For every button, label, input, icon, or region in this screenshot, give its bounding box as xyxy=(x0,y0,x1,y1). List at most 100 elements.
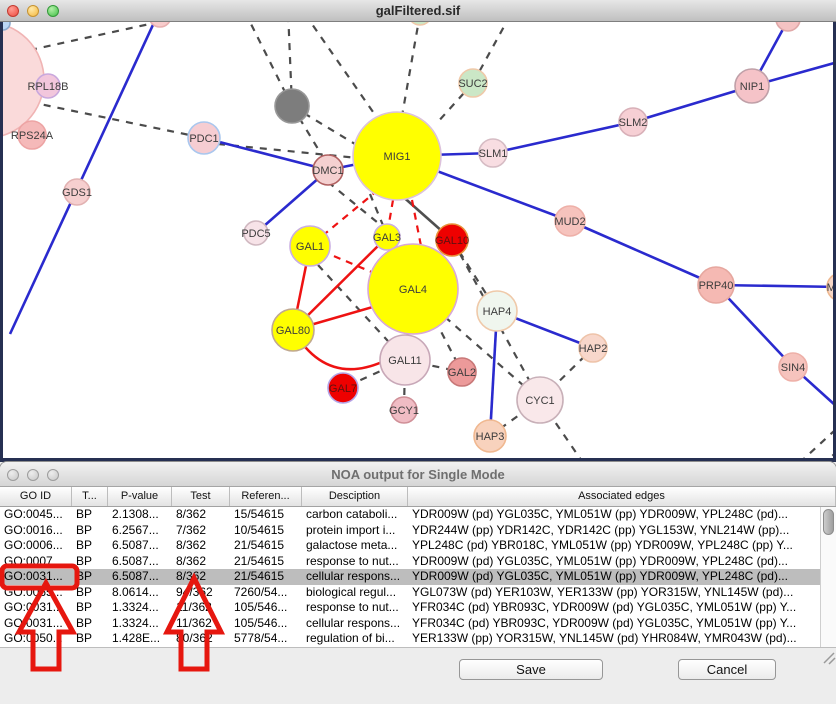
node-mud2[interactable] xyxy=(555,206,585,236)
node-gds1[interactable] xyxy=(64,179,90,205)
node-gal4[interactable] xyxy=(368,244,458,334)
table-cell: GO:0065... xyxy=(0,585,72,601)
table-cell: BP xyxy=(72,569,108,585)
vertical-scrollbar[interactable] xyxy=(820,507,836,647)
column-header-test[interactable]: Test xyxy=(172,487,230,506)
node-pink-topright[interactable] xyxy=(776,22,800,31)
table-header: GO IDT...P-valueTestReferen...Desciption… xyxy=(0,487,836,507)
node-slm2[interactable] xyxy=(619,108,647,136)
scrollbar-thumb[interactable] xyxy=(823,509,834,535)
table-cell: 11/362 xyxy=(172,600,230,616)
table-cell: 8/362 xyxy=(172,507,230,523)
noa-window-title: NOA output for Single Mode xyxy=(0,467,836,482)
node-mig1[interactable] xyxy=(353,112,441,200)
table-cell: YFR034C (pd) YBR093C, YDR009W (pd) YGL03… xyxy=(408,616,820,632)
table-cell: BP xyxy=(72,523,108,539)
table-cell: YDR009W (pd) YGL035C, YML051W (pp) YDR00… xyxy=(408,507,820,523)
table-cell: regulation of bi... xyxy=(302,631,408,647)
node-hap3[interactable] xyxy=(474,420,506,452)
column-header-associated-edges[interactable]: Associated edges xyxy=(408,487,836,506)
node-gal3[interactable] xyxy=(374,224,400,250)
node-gal80[interactable] xyxy=(272,309,314,351)
column-header-p-value[interactable]: P-value xyxy=(108,487,172,506)
node-pdc5[interactable] xyxy=(244,221,268,245)
resize-grip-icon[interactable] xyxy=(820,649,836,665)
node-hap4[interactable] xyxy=(477,291,517,331)
table-row[interactable]: GO:0065...BP8.0614...94/3627260/54...bio… xyxy=(0,585,820,601)
table-cell: 1.428E... xyxy=(108,631,172,647)
node-slm1[interactable] xyxy=(479,139,507,167)
table-cell: 7/362 xyxy=(172,523,230,539)
network-edge[interactable] xyxy=(30,22,205,50)
column-header-desciption[interactable]: Desciption xyxy=(302,487,408,506)
table-cell: 80/362 xyxy=(172,631,230,647)
network-edge[interactable] xyxy=(570,221,716,285)
network-edge[interactable] xyxy=(402,22,420,116)
node-gal10[interactable] xyxy=(436,224,468,256)
network-canvas[interactable]: RPL18BRPS24AGDS1PDC1DMC1MIG1SUC2SLM1SLM2… xyxy=(0,22,836,462)
table-cell: cellular respons... xyxy=(302,569,408,585)
table-cell: 8/362 xyxy=(172,569,230,585)
network-edge[interactable] xyxy=(815,432,836,462)
node-suc2[interactable] xyxy=(459,69,487,97)
column-header-go-id[interactable]: GO ID xyxy=(0,487,72,506)
table-cell: 5778/54... xyxy=(230,631,302,647)
node-gal1[interactable] xyxy=(290,226,330,266)
node-hap2[interactable] xyxy=(579,334,607,362)
table-cell: GO:0016... xyxy=(0,523,72,539)
table-cell: GO:0045... xyxy=(0,507,72,523)
table-cell: BP xyxy=(72,585,108,601)
divider xyxy=(0,647,836,648)
network-edge[interactable] xyxy=(30,102,204,138)
node-rpl18b[interactable] xyxy=(36,74,60,98)
table-cell: galactose meta... xyxy=(302,538,408,554)
table-cell: 11/362 xyxy=(172,616,230,632)
node-dmc1[interactable] xyxy=(313,155,343,185)
table-row[interactable]: GO:0031...BP6.5087...8/36221/54615cellul… xyxy=(0,569,820,585)
table-body: GO:0045...BP2.1308...8/36215/54615carbon… xyxy=(0,507,820,647)
node-cyc1[interactable] xyxy=(517,377,563,423)
node-msl5[interactable] xyxy=(827,273,836,301)
network-edge[interactable] xyxy=(204,138,328,170)
table-cell: response to nut... xyxy=(302,600,408,616)
node-sin4[interactable] xyxy=(779,353,807,381)
node-nip1[interactable] xyxy=(735,69,769,103)
table-cell: biological regul... xyxy=(302,585,408,601)
table-cell: 94/362 xyxy=(172,585,230,601)
node-gal11[interactable] xyxy=(380,335,430,385)
table-cell: protein import i... xyxy=(302,523,408,539)
table-cell: 8/362 xyxy=(172,538,230,554)
table-cell: YPL248C (pd) YBR018C, YML051W (pp) YDR00… xyxy=(408,538,820,554)
node-rps24a[interactable] xyxy=(18,121,46,149)
table-row[interactable]: GO:0045...BP2.1308...8/36215/54615carbon… xyxy=(0,507,820,523)
network-edge[interactable] xyxy=(795,420,836,462)
node-gal2[interactable] xyxy=(448,358,476,386)
network-edge[interactable] xyxy=(493,122,633,153)
network-window: galFiltered.sif RPL18BRPS24AGDS1PDC1DMC1… xyxy=(0,0,836,462)
network-edge[interactable] xyxy=(305,22,380,122)
table-cell: 21/54615 xyxy=(230,538,302,554)
network-edge[interactable] xyxy=(633,86,752,122)
node-pdc1[interactable] xyxy=(188,122,220,154)
column-header-referen-[interactable]: Referen... xyxy=(230,487,302,506)
table-cell: 1.3324... xyxy=(108,600,172,616)
table-cell: BP xyxy=(72,600,108,616)
table-row[interactable]: GO:0031...BP1.3324...11/362105/546...res… xyxy=(0,600,820,616)
window-title: galFiltered.sif xyxy=(0,3,836,18)
table-row[interactable]: GO:0031...BP1.3324...11/362105/546...cel… xyxy=(0,616,820,632)
node-green-top[interactable] xyxy=(408,22,432,25)
save-button[interactable]: Save xyxy=(459,659,603,680)
table-cell: 15/54615 xyxy=(230,507,302,523)
table-row[interactable]: GO:0050...BP1.428E...80/3625778/54...reg… xyxy=(0,631,820,647)
table-row[interactable]: GO:0016...BP6.2567...7/36210/54615protei… xyxy=(0,523,820,539)
node-prp40[interactable] xyxy=(698,267,734,303)
node-gray-node[interactable] xyxy=(275,89,309,123)
node-gal7[interactable] xyxy=(328,373,358,403)
table-cell: GO:0031... xyxy=(0,569,72,585)
node-gcy1[interactable] xyxy=(391,397,417,423)
cancel-button[interactable]: Cancel xyxy=(678,659,776,680)
table-cell: 21/54615 xyxy=(230,569,302,585)
table-row[interactable]: GO:0007...BP6.5087...8/36221/54615respon… xyxy=(0,554,820,570)
table-row[interactable]: GO:0006...BP6.5087...8/36221/54615galact… xyxy=(0,538,820,554)
column-header-t-[interactable]: T... xyxy=(72,487,108,506)
